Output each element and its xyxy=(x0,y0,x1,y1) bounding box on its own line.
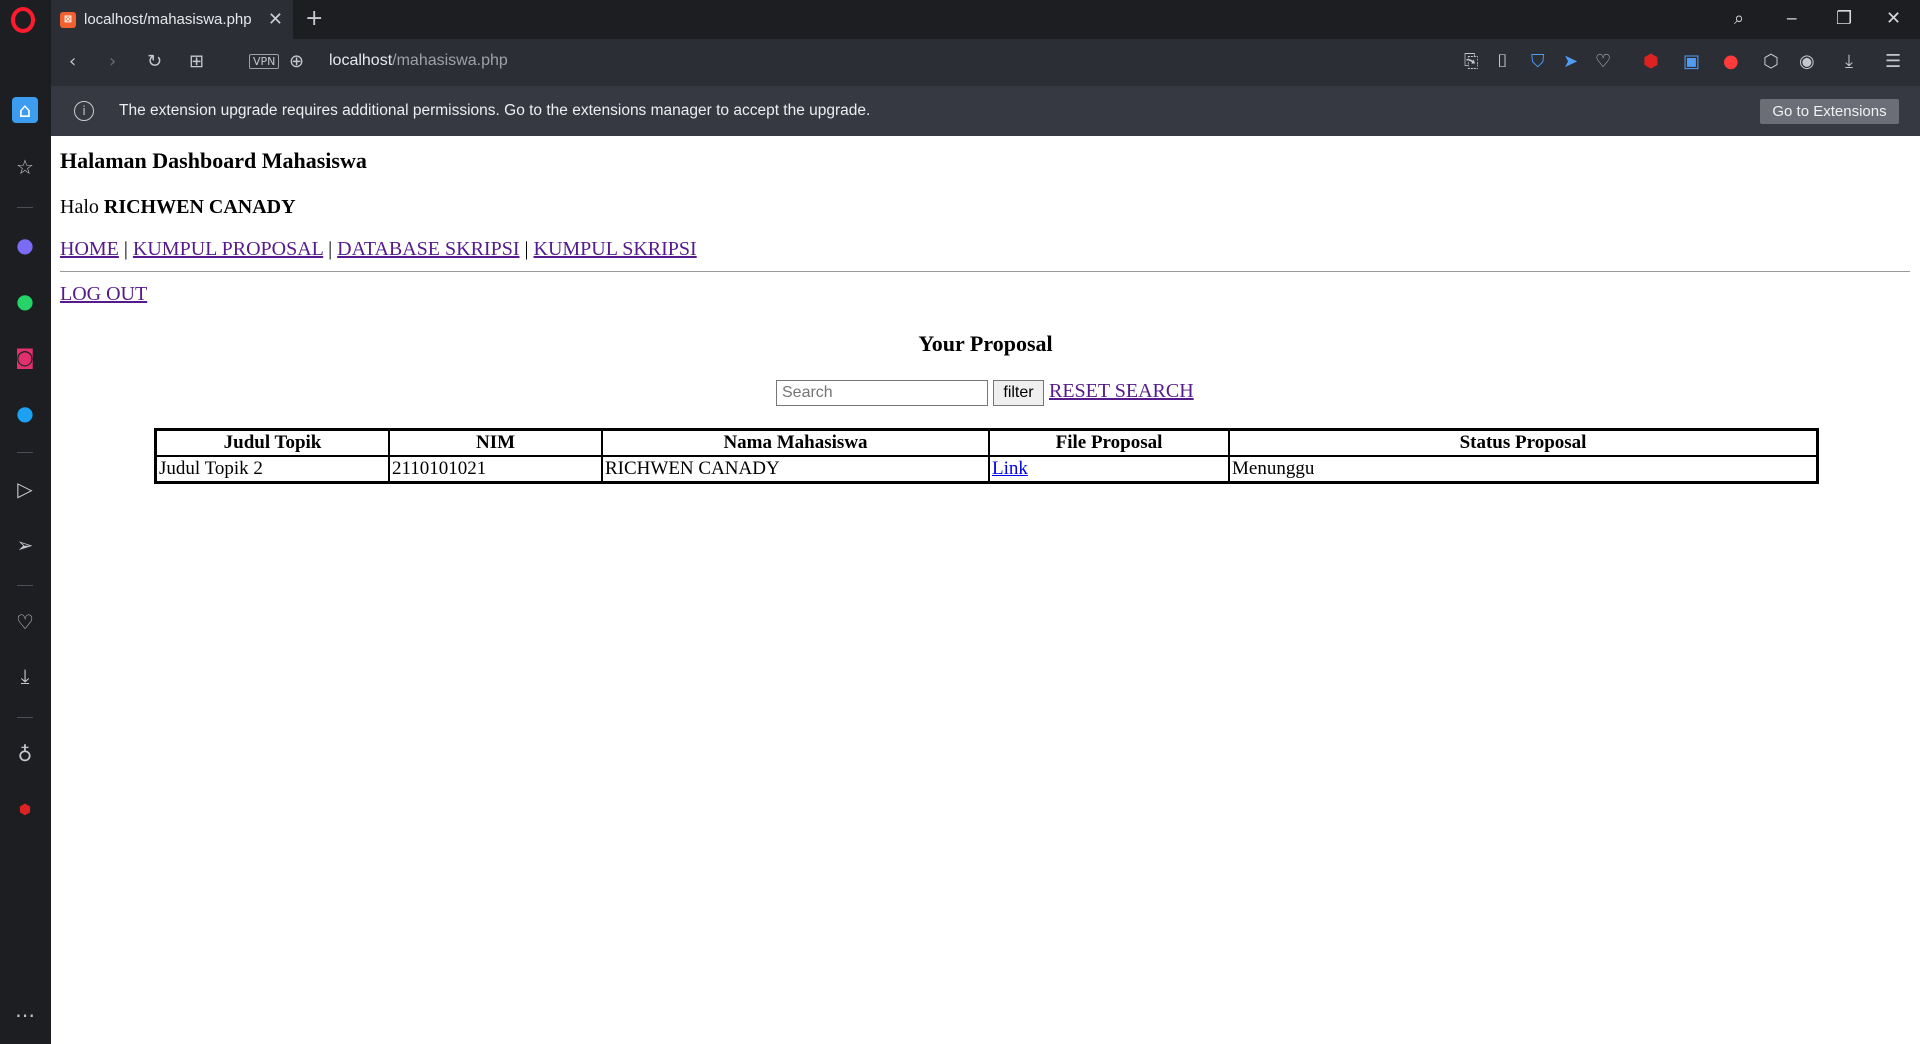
column-header: File Proposal xyxy=(989,430,1229,456)
logout-link[interactable]: LOG OUT xyxy=(60,283,147,305)
site-info-icon[interactable]: ⊕ xyxy=(289,51,304,72)
translate-icon[interactable]: ▣ xyxy=(1683,51,1700,72)
logout-container: LOG OUT xyxy=(60,283,147,306)
search-tabs-icon[interactable]: ⌕ xyxy=(1734,8,1744,29)
cell-nim: 2110101021 xyxy=(389,456,602,482)
nav-database-skripsi-link[interactable]: DATABASE SKRIPSI xyxy=(337,238,519,260)
ublock-icon[interactable]: ⬢ xyxy=(1643,51,1659,72)
shield-icon[interactable]: ⛉ xyxy=(1531,51,1545,72)
info-icon: i xyxy=(74,101,94,121)
forward-icon[interactable]: › xyxy=(109,51,116,72)
nav-separator: | xyxy=(524,238,529,260)
go-to-extensions-button[interactable]: Go to Extensions xyxy=(1760,99,1899,124)
snapshot-icon[interactable]: ⎘ xyxy=(1464,51,1478,72)
cell-judul-topik: Judul Topik 2 xyxy=(156,456,389,482)
table-row: Judul Topik 2 2110101021 RICHWEN CANADY … xyxy=(156,456,1817,482)
column-header: NIM xyxy=(389,430,602,456)
notification-message: The extension upgrade requires additiona… xyxy=(119,102,871,119)
speed-dial-icon[interactable]: ⊞ xyxy=(189,51,204,72)
table-header-row: Judul Topik NIM Nama Mahasiswa File Prop… xyxy=(156,430,1817,456)
download-icon[interactable]: ⤓ xyxy=(12,663,38,689)
sidebar-divider xyxy=(17,207,33,208)
heart-icon[interactable]: ♡ xyxy=(1595,51,1611,72)
camera-icon[interactable]: ⌷ xyxy=(1497,51,1508,72)
section-title: Your Proposal xyxy=(918,331,1053,356)
sidebar-divider xyxy=(17,452,33,453)
notification-bar: i The extension upgrade requires additio… xyxy=(51,86,1920,136)
sidebar-divider xyxy=(17,585,33,586)
nav-kumpul-skripsi-link[interactable]: KUMPUL SKRIPSI xyxy=(534,238,697,260)
messenger-icon[interactable]: ● xyxy=(12,232,38,258)
xampp-favicon-icon: ⊠ xyxy=(60,11,76,28)
back-icon[interactable]: ‹ xyxy=(69,51,76,72)
player-icon[interactable]: ▷ xyxy=(12,476,38,502)
nav-separator: | xyxy=(123,238,128,260)
ublock-icon[interactable]: ⬢ xyxy=(12,797,38,823)
cell-status-proposal: Menunggu xyxy=(1229,456,1817,482)
new-tab-icon[interactable]: + xyxy=(305,6,323,31)
whatsapp-icon[interactable]: ● xyxy=(12,288,38,314)
twitter-icon[interactable]: ● xyxy=(12,400,38,426)
search-input[interactable] xyxy=(776,380,988,406)
vpn-badge[interactable]: VPN xyxy=(249,54,280,69)
column-header: Status Proposal xyxy=(1229,430,1817,456)
lightbulb-icon[interactable]: ♁ xyxy=(12,741,38,767)
restore-icon[interactable]: ❐ xyxy=(1836,8,1852,29)
main-nav: HOME | KUMPUL PROPOSAL | DATABASE SKRIPS… xyxy=(60,238,697,261)
proposal-file-link[interactable]: Link xyxy=(992,458,1028,479)
opera-logo-icon[interactable] xyxy=(10,7,36,33)
greeting-prefix: Halo xyxy=(60,196,99,218)
sidebar-divider xyxy=(17,717,33,718)
extension-red-icon[interactable]: ● xyxy=(1723,51,1739,72)
download-icon[interactable]: ⤓ xyxy=(1845,51,1853,72)
send-icon[interactable]: ➢ xyxy=(12,532,38,558)
more-options-icon[interactable]: ⋯ xyxy=(12,1002,38,1028)
sidebar: ⌂ ☆ ● ● ◙ ● ▷ ➢ ♡ ⤓ ♁ ⬢ ⋯ xyxy=(0,39,51,1044)
minimize-icon[interactable]: ‒ xyxy=(1786,8,1797,29)
address-bar: ‹ › ↻ ⊞ VPN ⊕ localhost/mahasiswa.php ⎘ … xyxy=(51,39,1920,86)
browser-tab[interactable]: ⊠ localhost/mahasiswa.php ✕ xyxy=(51,0,293,39)
heart-icon[interactable]: ♡ xyxy=(12,609,38,635)
close-window-icon[interactable]: ✕ xyxy=(1886,8,1901,29)
greeting: Halo RICHWEN CANADY xyxy=(60,196,296,219)
profile-avatar-icon[interactable]: ◉ xyxy=(1799,51,1815,72)
filter-button[interactable]: filter xyxy=(993,380,1044,406)
page-content: Halaman Dashboard Mahasiswa Halo RICHWEN… xyxy=(51,136,1920,1044)
url-field[interactable]: localhost/mahasiswa.php xyxy=(329,52,508,70)
send-icon[interactable]: ➤ xyxy=(1563,51,1578,72)
star-icon[interactable]: ☆ xyxy=(12,154,38,180)
nav-kumpul-proposal-link[interactable]: KUMPUL PROPOSAL xyxy=(133,238,323,260)
cell-file-proposal: Link xyxy=(989,456,1229,482)
home-icon[interactable]: ⌂ xyxy=(12,97,38,123)
user-name: RICHWEN CANADY xyxy=(103,196,296,218)
reload-icon[interactable]: ↻ xyxy=(147,51,162,72)
extensions-cube-icon[interactable]: ⬡ xyxy=(1763,51,1779,72)
instagram-icon[interactable]: ◙ xyxy=(12,344,38,370)
tab-title: localhost/mahasiswa.php xyxy=(84,11,252,28)
nav-separator: | xyxy=(328,238,333,260)
page-heading: Halaman Dashboard Mahasiswa xyxy=(60,148,367,173)
proposal-table: Judul Topik NIM Nama Mahasiswa File Prop… xyxy=(154,428,1819,484)
reset-search-link[interactable]: RESET SEARCH xyxy=(1049,380,1194,403)
easy-setup-icon[interactable]: ☰ xyxy=(1885,51,1901,72)
divider xyxy=(60,271,1910,272)
column-header: Nama Mahasiswa xyxy=(602,430,989,456)
nav-home-link[interactable]: HOME xyxy=(60,238,119,260)
cell-nama-mahasiswa: RICHWEN CANADY xyxy=(602,456,989,482)
close-tab-icon[interactable]: ✕ xyxy=(268,9,283,30)
column-header: Judul Topik xyxy=(156,430,389,456)
tab-strip: ⊠ localhost/mahasiswa.php ✕ + ⌕ ‒ ❐ ✕ xyxy=(0,0,1920,39)
